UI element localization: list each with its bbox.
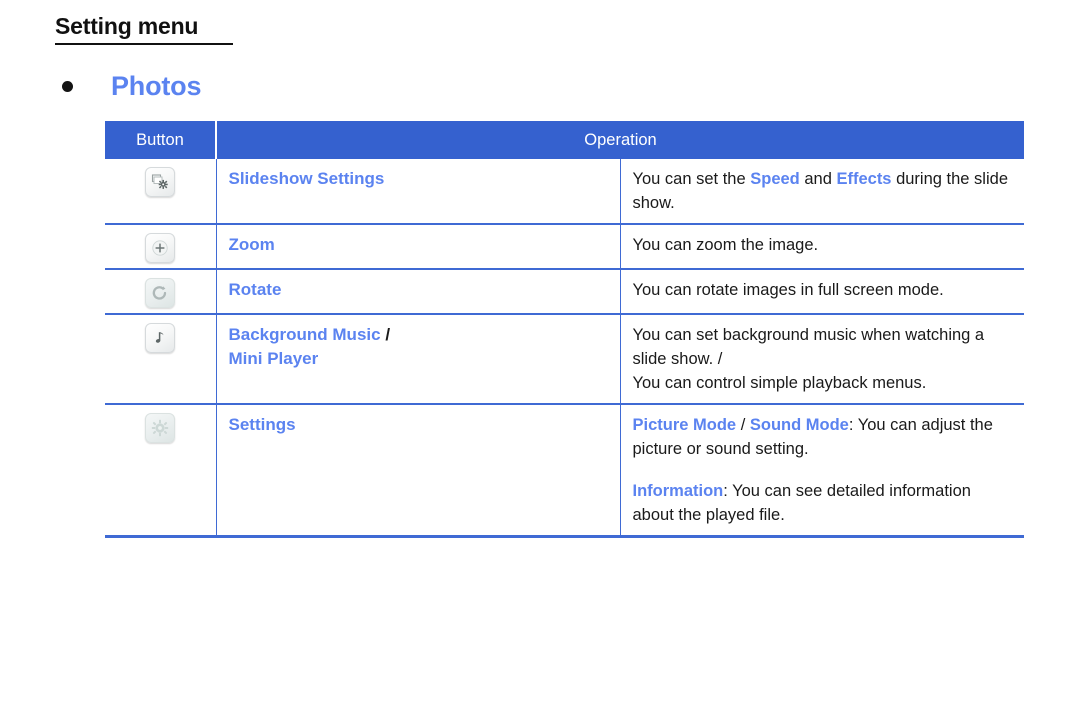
page-title-block: Setting menu xyxy=(55,13,233,46)
table-header-row: Button Operation xyxy=(105,121,1024,159)
desc-text: You can zoom the image. xyxy=(632,236,819,255)
row-label: Settings xyxy=(228,415,296,435)
row-label-cell: Settings xyxy=(216,403,621,538)
desc-keyword: Sound Mode xyxy=(749,416,849,435)
row-description-cell: You can set background music when watchi… xyxy=(620,313,1024,405)
row-description-cell: You can zoom the image. xyxy=(620,223,1024,270)
settings-gear-icon xyxy=(145,413,176,444)
desc-text: You can control simple playback menus. xyxy=(632,374,927,393)
table-body: Slideshow Settings You can set the Speed … xyxy=(105,159,1024,538)
row-description-cell: You can rotate images in full screen mod… xyxy=(620,268,1024,315)
button-operation-table: Button Operation Slideshow Settings You c… xyxy=(105,121,1024,538)
table-row: Background Music / Mini Player You can set… xyxy=(105,313,1024,405)
row-button-cell xyxy=(105,313,217,405)
table-row: Zoom You can zoom the image. xyxy=(105,223,1024,270)
desc-paragraph: You can rotate images in full screen mod… xyxy=(633,278,1013,302)
row-label: Zoom xyxy=(228,235,275,255)
desc-text: You can rotate images in full screen mod… xyxy=(632,281,944,300)
table-row: Settings Picture Mode / Sound Mode: You c… xyxy=(105,403,1024,538)
desc-text: / xyxy=(736,416,750,435)
desc-keyword: Information xyxy=(632,481,724,500)
row-label-cell: Zoom xyxy=(216,223,621,270)
row-label: Slideshow Settings xyxy=(228,169,385,188)
desc-paragraph: You can set the Speed and Effects during… xyxy=(633,167,1013,215)
desc-paragraph: You can set background music when watchi… xyxy=(633,323,1013,395)
desc-text: You can set the xyxy=(632,170,751,188)
row-label-cell: Background Music / Mini Player xyxy=(216,313,621,405)
row-label-cell: Rotate xyxy=(216,268,621,315)
rotate-icon xyxy=(145,278,176,309)
row-description-cell: Picture Mode / Sound Mode: You can adjus… xyxy=(620,403,1024,538)
row-button-cell xyxy=(105,268,217,315)
desc-text: You can set background music when watchi… xyxy=(632,326,985,369)
row-label-separator: / xyxy=(380,325,391,345)
title-underline xyxy=(55,43,233,46)
desc-keyword: Effects xyxy=(836,170,892,188)
table-row: Slideshow Settings You can set the Speed … xyxy=(105,159,1024,225)
row-button-cell xyxy=(105,403,217,538)
row-label-line2: Mini Player xyxy=(228,349,319,369)
table-head: Button Operation xyxy=(105,121,1024,159)
bullet-dot-icon xyxy=(62,81,73,92)
row-button-cell xyxy=(105,159,217,225)
section-heading-label: Photos xyxy=(111,71,202,101)
desc-paragraph: You can zoom the image. xyxy=(633,233,1013,257)
music-note-icon xyxy=(145,323,176,354)
desc-paragraph: Picture Mode / Sound Mode: You can adjus… xyxy=(633,413,1013,461)
page-title: Setting menu xyxy=(55,13,199,39)
row-label: Background Music xyxy=(228,325,381,345)
zoom-plus-icon xyxy=(145,233,176,264)
table-row: Rotate You can rotate images in full scre… xyxy=(105,268,1024,315)
row-label: Rotate xyxy=(228,280,282,300)
row-label-cell: Slideshow Settings xyxy=(216,159,621,225)
document-page: Setting menu Photos Button Operation Sli… xyxy=(0,0,1080,705)
row-description-cell: You can set the Speed and Effects during… xyxy=(620,159,1024,224)
row-button-cell xyxy=(105,223,217,270)
desc-keyword: Picture Mode xyxy=(632,416,737,435)
desc-paragraph: Information: You can see detailed inform… xyxy=(633,479,1013,527)
column-header-operation: Operation xyxy=(216,121,1024,159)
desc-text: and xyxy=(799,170,837,188)
desc-keyword: Speed xyxy=(750,170,800,188)
column-header-button: Button xyxy=(105,121,217,159)
section-heading: Photos xyxy=(62,71,201,102)
slideshow-settings-icon xyxy=(145,167,176,197)
